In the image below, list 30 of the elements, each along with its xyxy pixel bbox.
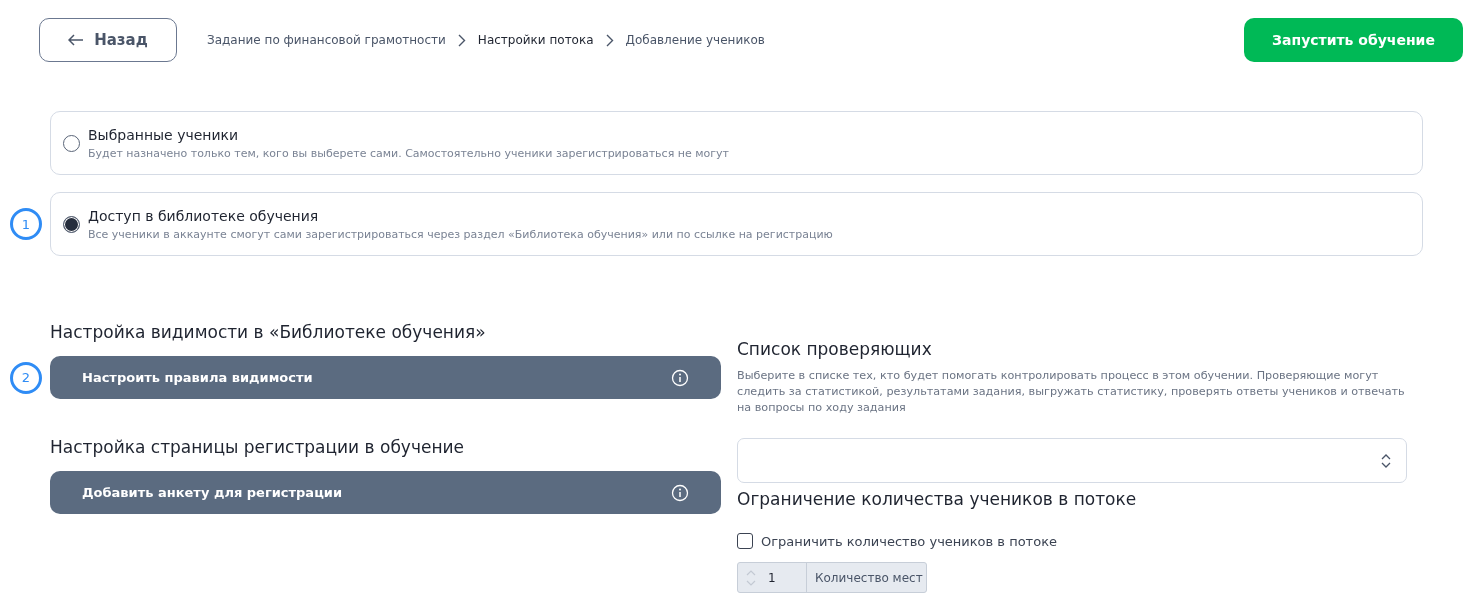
option-title: Доступ в библиотеке обучения (88, 207, 320, 224)
option-card[interactable]: Доступ в библиотеке обучения Все ученики в аккаунте смогут сами зарегистрироваться через раздел «Библиотека обучения» или по ссылке на регистрацию (50, 192, 1423, 256)
arrow-left-icon (68, 34, 85, 46)
info-icon (671, 368, 689, 387)
option-description: Будет назначено только тем, кого вы выберете сами. Самостоятельно ученики зарегистрироваться не могут (88, 146, 729, 160)
section-description: Выберите в списке тех, кто будет помогать контролировать процесс в этом обучении. Проверяющие могут следить за статистикой, результатами задания, выгружать статистику, проверять ответы учеников и отвечать на вопросы по ходу задания (737, 368, 1406, 416)
settings-button[interactable]: Настроить правила видимости (50, 356, 721, 399)
section-heading: Список проверяющих (737, 339, 933, 359)
seats-number-field[interactable]: 1 (738, 563, 807, 592)
section-heading: Ограничение количества учеников в потоке (737, 489, 1138, 509)
back-button[interactable]: Назад (39, 18, 177, 62)
section-heading: Настройка видимости в «Библиотеке обучения» (50, 322, 487, 342)
breadcrumb-link[interactable]: Настройки потока (477, 33, 594, 47)
section-heading: Настройка страницы регистрации в обучение (50, 437, 466, 457)
settings-button[interactable]: Добавить анкету для регистрации (50, 471, 721, 514)
sort-arrows-icon (1381, 453, 1391, 468)
option-card[interactable]: Выбранные ученики Будет назначено только тем, кого вы выберете сами. Самостоятельно ученики зарегистрироваться не могут (50, 111, 1423, 175)
breadcrumb-link[interactable]: Добавление учеников (625, 33, 765, 47)
spinner-arrows-icon (746, 569, 756, 586)
checkbox-label[interactable]: Ограничить количество учеников в потоке (761, 533, 1057, 549)
option-description: Все ученики в аккаунте смогут сами зарегистрироваться через раздел «Библиотека обучения» или по ссылке на регистрацию (88, 227, 833, 241)
info-icon (671, 483, 689, 502)
step-badge: 1 (10, 208, 42, 240)
chevron-right-icon (605, 33, 614, 47)
option-title: Выбранные ученики (88, 126, 240, 143)
breadcrumb-link[interactable]: Задание по финансовой грамотности (207, 33, 446, 47)
seats-label: Количество мест (814, 569, 923, 587)
step-badge: 2 (10, 361, 42, 394)
checkbox[interactable] (737, 533, 753, 549)
chevron-right-icon (457, 33, 466, 47)
